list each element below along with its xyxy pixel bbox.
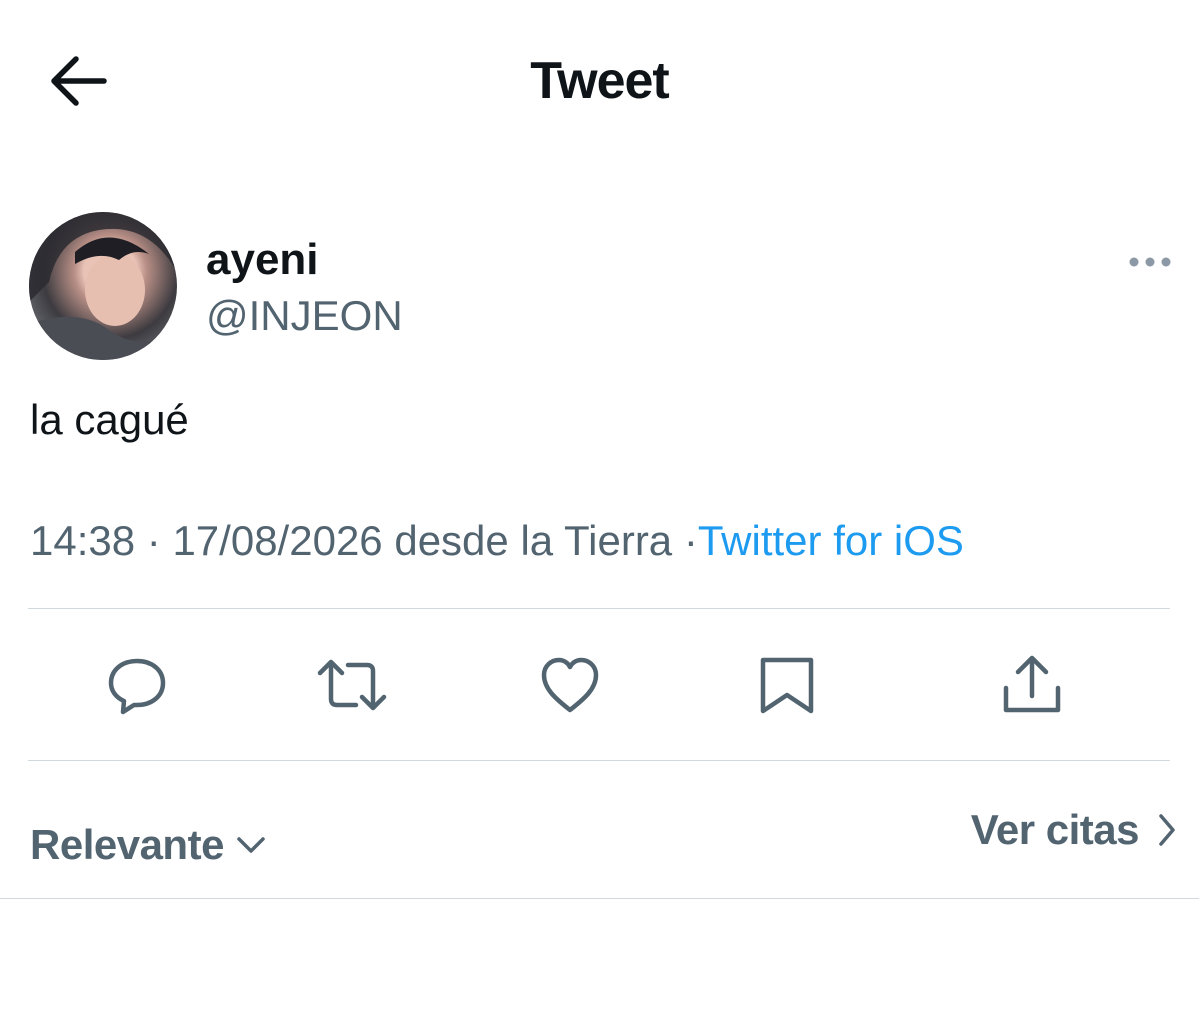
- more-options-button[interactable]: [1124, 248, 1176, 276]
- replies-sort-label: Relevante: [30, 821, 224, 868]
- retweet-button[interactable]: [316, 652, 388, 718]
- header: Tweet: [0, 0, 1199, 165]
- share-button[interactable]: [996, 652, 1068, 718]
- chevron-right-icon: [1159, 814, 1175, 846]
- page-title: Tweet: [530, 52, 670, 110]
- bookmark-button[interactable]: [751, 652, 823, 718]
- divider: [28, 760, 1170, 761]
- replies-sort-dropdown[interactable]: Relevante: [30, 818, 266, 872]
- tweet-time: 14:38: [30, 517, 136, 564]
- avatar[interactable]: [29, 212, 177, 360]
- tweet-source-link[interactable]: Twitter for iOS: [698, 517, 964, 564]
- like-button[interactable]: [534, 652, 606, 718]
- meta-separator: ·: [146, 517, 161, 564]
- more-horizontal-icon: [1129, 257, 1171, 267]
- meta-separator: ·: [683, 517, 698, 564]
- like-icon: [541, 657, 599, 713]
- retweet-icon: [317, 659, 387, 711]
- chevron-down-icon: [237, 837, 265, 853]
- avatar-photo: [29, 212, 177, 360]
- view-quotes-button[interactable]: Ver citas: [971, 802, 1177, 858]
- tweet-location: desde la Tierra: [394, 517, 673, 564]
- bookmark-icon: [760, 657, 814, 714]
- tweet-metadata: 14:38 · 17/08/2026 desde la Tierra ·Twit…: [30, 514, 964, 568]
- reply-icon: [108, 658, 166, 715]
- view-quotes-label: Ver citas: [970, 806, 1140, 853]
- divider: [28, 608, 1170, 609]
- tweet-date: 17/08/2026: [172, 517, 383, 564]
- author-display-name[interactable]: ayeni: [206, 234, 319, 286]
- tweet-text: la cagué: [30, 396, 189, 443]
- divider: [0, 898, 1199, 899]
- share-icon: [1003, 655, 1061, 713]
- reply-button[interactable]: [101, 652, 173, 718]
- author-handle[interactable]: @INJEON: [206, 290, 403, 342]
